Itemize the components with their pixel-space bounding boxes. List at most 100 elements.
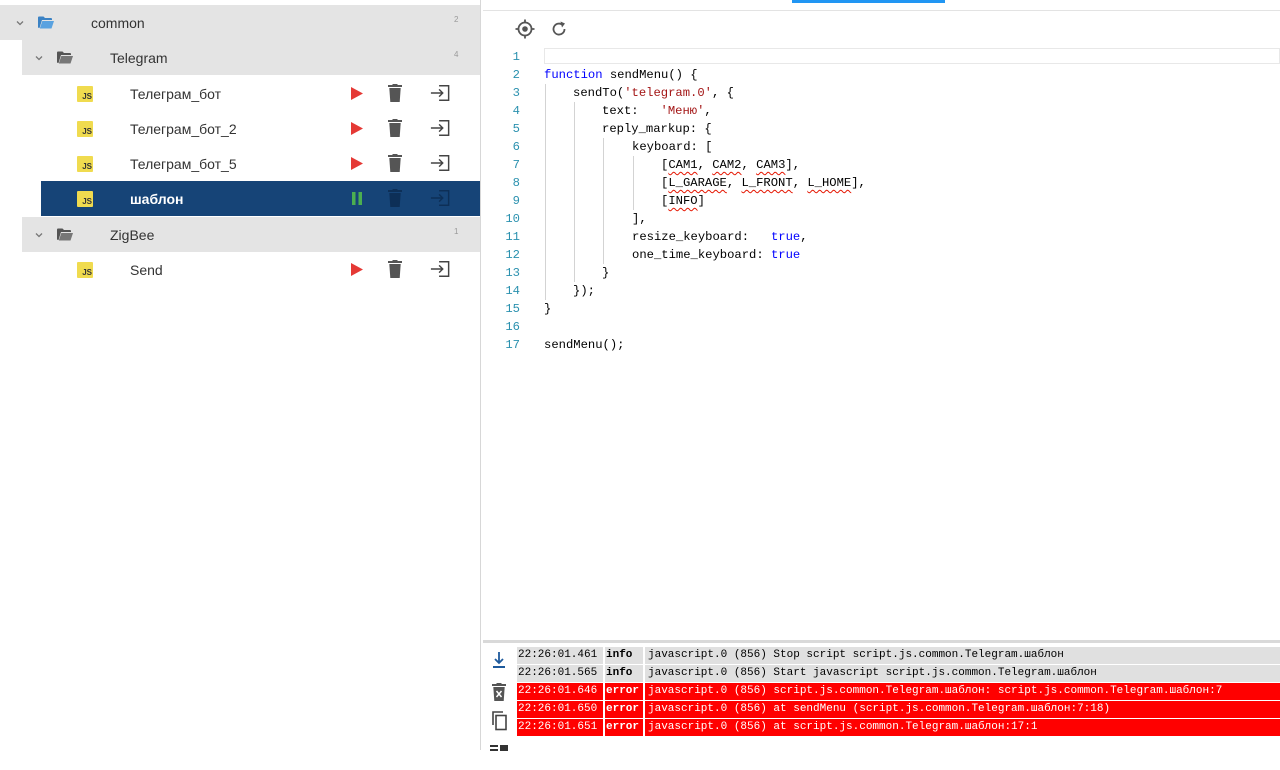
line-number: 13 [505,266,520,280]
script-name: шаблон [130,190,184,207]
log-toolbar [483,643,516,753]
delete-icon[interactable] [385,118,405,138]
log-message: javascript.0 (856) script.js.common.Tele… [648,685,1223,697]
log-message: javascript.0 (856) Stop script script.js… [648,649,1064,661]
folder-label: ZigBee [110,226,155,243]
crosshair-icon[interactable] [514,18,536,40]
folder-label: common [91,14,145,31]
log-row: 22:26:01.565 info javascript.0 (856) Start… [517,665,1280,682]
code-text: , [697,158,713,172]
play-icon[interactable] [347,259,367,279]
export-icon[interactable] [430,83,450,103]
code-text: sendTo( [573,86,625,100]
code-text: ], [851,176,866,190]
line-number: 8 [512,176,520,190]
folder-open-icon [38,16,54,29]
export-icon[interactable] [430,118,450,138]
string-literal: 'telegram.0' [624,86,712,100]
code-text: ], [632,212,647,226]
code-text: ] [697,194,705,208]
code-text: keyboard: [ [632,140,713,154]
script-item[interactable]: JS Телеграм_бот [41,76,480,111]
log-message: javascript.0 (856) at sendMenu (script.j… [648,703,1111,715]
line-number: 14 [505,284,520,298]
log-time: 22:26:01.565 [518,667,598,679]
folder-open-icon [57,51,73,64]
line-number: 17 [505,338,520,352]
script-item[interactable]: JS Телеграм_бот_2 [41,111,480,146]
js-file-icon: JS [77,262,93,278]
log-row: 22:26:01.646 error javascript.0 (856) scri… [517,683,1280,700]
line-number: 12 [505,248,520,262]
error-underline: L_FRONT [741,176,793,190]
code-text: text: [602,104,661,118]
export-icon[interactable] [430,153,450,173]
line-number: 2 [512,68,520,82]
delete-icon[interactable] [385,259,405,279]
log-time: 22:26:01.646 [518,685,598,697]
error-underline: CAM2 [712,158,742,172]
chevron-down-icon[interactable] [15,18,25,28]
string-literal: 'Меню' [660,104,705,118]
code-text: one_time_keyboard: [632,248,771,262]
copy-icon[interactable] [488,710,510,732]
error-underline: L_HOME [807,176,852,190]
play-icon[interactable] [347,153,367,173]
js-file-icon: JS [77,121,93,137]
pause-icon[interactable] [347,188,367,208]
keyword: function [544,68,603,82]
folder-telegram[interactable]: Telegram 4 [22,40,480,75]
script-name: Телеграм_бот_2 [130,120,237,137]
error-underline: L_GARAGE [668,176,727,190]
line-number: 5 [512,122,520,136]
code-text: ], [785,158,801,172]
log-time: 22:26:01.461 [518,649,598,661]
script-item[interactable]: JS Телеграм_бот_5 [41,146,480,181]
code-text: }); [573,284,595,298]
code-text: , [741,158,757,172]
play-icon[interactable] [347,83,367,103]
log-time: 22:26:01.650 [518,703,598,715]
log-level: error [606,721,640,733]
js-file-icon: JS [77,191,93,207]
delete-icon[interactable] [385,153,405,173]
export-icon[interactable] [430,259,450,279]
scroll-down-icon[interactable] [488,649,510,671]
code-text: , { [711,86,734,100]
line-number: 6 [512,140,520,154]
script-name: Телеграм_бот_5 [130,155,237,172]
folder-zigbee[interactable]: ZigBee 1 [22,217,480,252]
play-icon[interactable] [347,118,367,138]
current-line-highlight [544,48,1280,64]
clear-log-icon[interactable] [488,681,510,703]
line-number: 16 [505,320,520,334]
chevron-down-icon[interactable] [34,53,44,63]
log-time: 22:26:01.651 [518,721,598,733]
folder-count: 2 [454,15,459,24]
indent-guide [545,84,546,300]
indent-guide [603,138,604,264]
code-text: , [792,176,808,190]
delete-icon[interactable] [385,83,405,103]
code-text: } [602,266,610,280]
layout-icon[interactable] [488,739,510,761]
delete-icon[interactable] [385,188,405,208]
code-text: , [704,104,712,118]
keyword: true [770,248,801,262]
code-editor[interactable]: 1 2 function sendMenu() { 3 sendTo('telegr… [483,0,1280,640]
error-underline: CAM3 [756,158,786,172]
log-level: info [606,649,633,661]
keyword: true [770,230,801,244]
error-underline: CAM1 [668,158,698,172]
chevron-down-icon[interactable] [34,230,44,240]
script-item[interactable]: JS Send [41,252,480,287]
active-tab-indicator [792,0,945,3]
line-number: 9 [512,194,520,208]
script-item-selected[interactable]: JS шаблон [41,181,480,216]
line-number: 10 [505,212,520,226]
refresh-icon[interactable] [548,18,570,40]
folder-common[interactable]: common 2 [0,5,480,40]
line-number: 11 [505,230,520,244]
export-icon[interactable] [430,188,450,208]
code-text: , [800,230,808,244]
